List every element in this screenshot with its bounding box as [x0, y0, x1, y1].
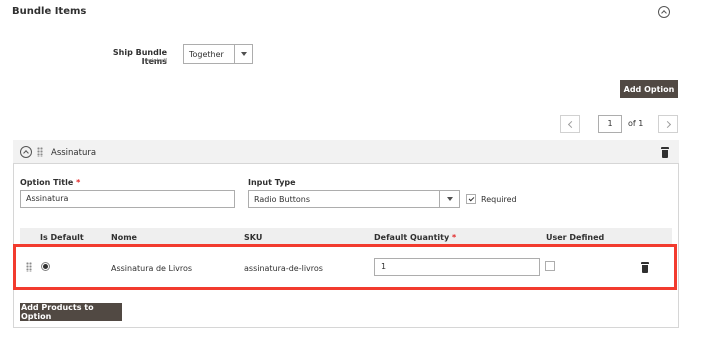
input-type-label: Input Type: [248, 178, 296, 187]
col-sku: SKU: [244, 233, 263, 242]
trash-icon[interactable]: [661, 147, 669, 158]
drag-handle-icon[interactable]: [37, 147, 43, 157]
collapse-section-button[interactable]: [658, 6, 670, 18]
ship-bundle-select[interactable]: Together: [183, 44, 253, 64]
collapse-option-button[interactable]: [20, 146, 32, 158]
option-title-input[interactable]: Assinatura: [20, 190, 235, 208]
dropdown-toggle[interactable]: [234, 45, 252, 63]
col-user-defined: User Defined: [546, 233, 605, 242]
section-title[interactable]: Bundle Items: [12, 6, 86, 17]
input-type-select[interactable]: Radio Buttons: [248, 190, 460, 208]
required-mark: *: [76, 178, 81, 187]
required-checkbox[interactable]: [466, 194, 476, 204]
pager-prev-button[interactable]: [560, 115, 580, 133]
pager-next-button[interactable]: [658, 115, 678, 133]
chevron-up-icon: [23, 150, 29, 156]
dropdown-arrow-icon: [446, 197, 453, 201]
add-products-button[interactable]: Add Products to Option: [20, 303, 122, 321]
option-panel-header: [13, 140, 679, 164]
add-option-button[interactable]: Add Option: [620, 80, 678, 98]
col-name: Nome: [111, 233, 137, 242]
ship-bundle-scope: [global]: [145, 58, 167, 64]
ship-bundle-value: Together: [189, 49, 224, 59]
pager-page-input[interactable]: 1: [598, 115, 622, 133]
option-name: Assinatura: [51, 148, 97, 158]
chevron-right-icon: [663, 120, 671, 128]
input-type-value: Radio Buttons: [254, 194, 310, 204]
chevron-up-icon: [661, 10, 667, 16]
checkmark-icon: [468, 195, 474, 202]
pager-total: of 1: [628, 119, 644, 128]
row-highlight-box: [13, 244, 677, 290]
col-is-default: Is Default: [40, 233, 84, 242]
option-title-label: Option Title *: [20, 178, 81, 187]
dropdown-arrow-icon: [240, 52, 247, 56]
dropdown-toggle[interactable]: [439, 191, 459, 207]
required-label: Required: [481, 195, 517, 204]
chevron-left-icon: [567, 120, 575, 128]
col-default-quantity: Default Quantity *: [374, 233, 457, 242]
